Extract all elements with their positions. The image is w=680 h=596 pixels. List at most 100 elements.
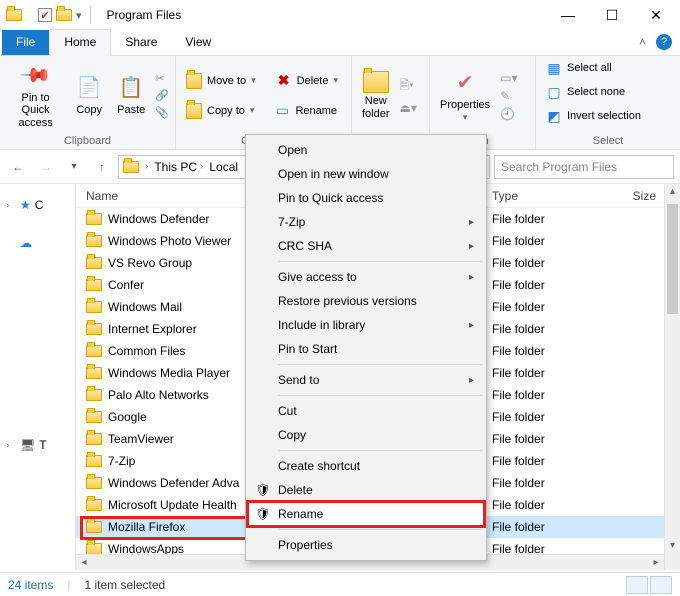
folder-icon bbox=[86, 235, 102, 247]
ctx-pin-start[interactable]: Pin to Start bbox=[248, 337, 484, 361]
nav-onedrive[interactable]: ☁ bbox=[0, 232, 75, 254]
view-details-button[interactable] bbox=[626, 576, 648, 594]
file-type: File folder bbox=[492, 454, 592, 468]
folder-icon bbox=[86, 257, 102, 269]
nav-back-button[interactable]: ← bbox=[6, 155, 30, 179]
tab-view[interactable]: View bbox=[171, 30, 225, 55]
file-name: Confer bbox=[108, 278, 144, 292]
file-type: File folder bbox=[492, 476, 592, 490]
file-type: File folder bbox=[492, 234, 592, 248]
properties-button[interactable]: ✔ Properties▾ bbox=[436, 67, 494, 125]
folder-icon bbox=[86, 367, 102, 379]
paste-button[interactable]: 📋 Paste bbox=[113, 72, 149, 118]
ctx-include-library[interactable]: Include in library▸ bbox=[248, 313, 484, 337]
tab-file[interactable]: File bbox=[2, 30, 49, 55]
file-type: File folder bbox=[492, 366, 592, 380]
file-type: File folder bbox=[492, 322, 592, 336]
folder-icon bbox=[86, 411, 102, 423]
ctx-delete[interactable]: 🛡Delete bbox=[248, 478, 484, 502]
view-large-button[interactable] bbox=[650, 576, 672, 594]
folder-icon bbox=[86, 521, 102, 533]
copy-icon: 📄 bbox=[75, 74, 103, 102]
history-icon[interactable]: 🕘 bbox=[500, 107, 517, 121]
ctx-give-access[interactable]: Give access to▸ bbox=[248, 265, 484, 289]
edit-icon[interactable]: ✎ bbox=[500, 89, 517, 103]
qat-folder-icon[interactable] bbox=[56, 9, 72, 21]
file-type: File folder bbox=[492, 256, 592, 270]
rename-icon: ▭ bbox=[274, 103, 290, 119]
ctx-rename[interactable]: 🛡Rename bbox=[248, 502, 484, 526]
col-header-type[interactable]: Type bbox=[492, 189, 592, 203]
status-bar: 24 items | 1 item selected bbox=[0, 572, 680, 596]
file-name: Windows Defender Adva bbox=[108, 476, 239, 490]
copy-to-button[interactable]: Copy to ▾ bbox=[182, 101, 258, 121]
file-name: Windows Media Player bbox=[108, 366, 230, 380]
easy-access-icon[interactable]: ⏏▾ bbox=[400, 101, 417, 115]
addr-folder-icon bbox=[123, 161, 139, 173]
folder-icon bbox=[86, 389, 102, 401]
delete-x-icon: ✖ bbox=[276, 73, 292, 89]
qat-overflow-icon[interactable]: ▾ bbox=[76, 9, 82, 22]
ctx-pin-quick-access[interactable]: Pin to Quick access bbox=[248, 186, 484, 210]
nav-recent-button[interactable]: ▾ bbox=[62, 155, 86, 179]
file-name: VS Revo Group bbox=[108, 256, 192, 270]
tab-share[interactable]: Share bbox=[111, 30, 171, 55]
nav-up-button[interactable]: ↑ bbox=[90, 155, 114, 179]
copy-button[interactable]: 📄 Copy bbox=[71, 72, 107, 118]
minimize-button[interactable]: — bbox=[546, 0, 590, 30]
nav-quick-access[interactable]: ›★C bbox=[0, 194, 75, 216]
file-name: 7-Zip bbox=[108, 454, 135, 468]
nav-pane[interactable]: ›★C ☁ ›🖥T bbox=[0, 184, 76, 570]
ctx-create-shortcut[interactable]: Create shortcut bbox=[248, 454, 484, 478]
ctx-cut[interactable]: Cut bbox=[248, 399, 484, 423]
delete-button[interactable]: ✖Delete ▾ bbox=[272, 71, 342, 91]
new-folder-icon bbox=[363, 71, 389, 93]
file-type: File folder bbox=[492, 410, 592, 424]
new-item-icon[interactable]: 🗎▾ bbox=[400, 76, 417, 97]
select-all-button[interactable]: ▦Select all bbox=[542, 58, 616, 78]
nav-forward-button[interactable]: → bbox=[34, 155, 58, 179]
file-type: File folder bbox=[492, 498, 592, 512]
scissors-icon[interactable]: ✂ bbox=[155, 72, 169, 85]
invert-selection-icon: ◩ bbox=[546, 108, 562, 124]
crumb-this-pc: This PC › bbox=[154, 160, 203, 174]
vertical-scrollbar[interactable]: ▴ ▾ bbox=[664, 184, 680, 570]
ribbon-caret-icon[interactable]: ˄ bbox=[639, 35, 646, 49]
folder-icon bbox=[86, 213, 102, 225]
ctx-7zip[interactable]: 7-Zip▸ bbox=[248, 210, 484, 234]
help-icon[interactable]: ? bbox=[656, 34, 672, 50]
pin-to-quick-access-button[interactable]: 📌 Pin to Quick access bbox=[6, 60, 65, 130]
close-button[interactable]: ✕ bbox=[634, 0, 678, 30]
paste-shortcut-icon[interactable]: 📎 bbox=[155, 106, 169, 119]
folder-icon bbox=[86, 345, 102, 357]
ctx-restore-versions[interactable]: Restore previous versions bbox=[248, 289, 484, 313]
folder-icon bbox=[86, 477, 102, 489]
file-name: Common Files bbox=[108, 344, 185, 358]
invert-selection-button[interactable]: ◩Invert selection bbox=[542, 106, 645, 126]
ctx-open-new-window[interactable]: Open in new window bbox=[248, 162, 484, 186]
ctx-send-to[interactable]: Send to▸ bbox=[248, 368, 484, 392]
ctx-properties[interactable]: Properties bbox=[248, 533, 484, 557]
select-none-button[interactable]: ▢Select none bbox=[542, 82, 629, 102]
pin-icon: 📌 bbox=[22, 62, 50, 90]
file-name: Palo Alto Networks bbox=[108, 388, 209, 402]
move-to-button[interactable]: Move to ▾ bbox=[182, 71, 260, 91]
tab-home[interactable]: Home bbox=[49, 29, 111, 56]
qat-checkbox-icon[interactable]: ✔ bbox=[38, 8, 52, 22]
ribbon-tabs: File Home Share View ˄ ? bbox=[0, 30, 680, 56]
open-icon[interactable]: ▭▾ bbox=[500, 71, 517, 85]
search-input[interactable]: Search Program Files bbox=[494, 155, 674, 179]
ctx-open[interactable]: Open bbox=[248, 138, 484, 162]
nav-this-pc[interactable]: ›🖥T bbox=[0, 434, 75, 456]
folder-icon bbox=[86, 499, 102, 511]
ctx-copy[interactable]: Copy bbox=[248, 423, 484, 447]
file-type: File folder bbox=[492, 344, 592, 358]
ctx-crc-sha[interactable]: CRC SHA▸ bbox=[248, 234, 484, 258]
maximize-button[interactable]: ☐ bbox=[590, 0, 634, 30]
folder-icon bbox=[86, 279, 102, 291]
new-folder-button[interactable]: New folder bbox=[358, 69, 394, 121]
file-type: File folder bbox=[492, 388, 592, 402]
copy-path-icon[interactable]: 🔗 bbox=[155, 89, 169, 102]
rename-button[interactable]: ▭Rename bbox=[270, 101, 341, 121]
crumb-local: Local bbox=[209, 160, 238, 174]
